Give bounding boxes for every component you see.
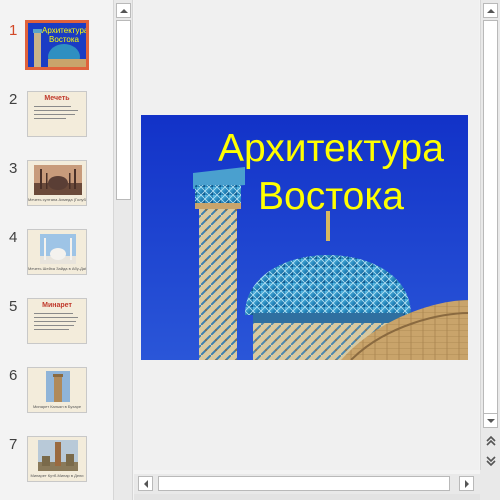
scrollbar-corner bbox=[480, 470, 500, 500]
arrow-up-icon bbox=[487, 9, 495, 13]
thumbnail-row-4[interactable]: 4 Мечеть Шейха Зайда в Абу-Даби bbox=[0, 229, 113, 289]
presentation-app-window: 1 Архитектура Востока 2 Мечеть 3 Мечеть … bbox=[0, 0, 500, 500]
arrow-right-icon bbox=[465, 480, 469, 488]
slide-title-line-2: Востока bbox=[258, 175, 404, 218]
slide-thumbnail-7[interactable]: Минарет Кутб-Минар в Дели bbox=[27, 436, 87, 482]
slide-number-7: 7 bbox=[9, 436, 18, 453]
slide-number-5: 5 bbox=[9, 298, 18, 315]
slide-thumbnail-1[interactable]: Архитектура Востока bbox=[25, 20, 89, 70]
scroll-right-button[interactable] bbox=[459, 476, 474, 491]
slide-editing-area: Архитектура Востока bbox=[134, 0, 479, 470]
next-slide-button[interactable] bbox=[484, 454, 498, 468]
slide-title-line-1: Архитектура bbox=[218, 127, 444, 170]
slide-thumbnail-3[interactable]: Мечеть султана Ахмеда (Голубая мечеть), … bbox=[27, 160, 87, 206]
slide-scroll-up-button[interactable] bbox=[483, 3, 498, 18]
double-chevron-down-icon bbox=[486, 456, 496, 467]
slide-thumbnail-5[interactable]: Минарет bbox=[27, 298, 87, 344]
thumbnail-pane-scrollbar[interactable] bbox=[113, 0, 133, 500]
arrow-up-icon bbox=[120, 9, 128, 13]
slide-number-1: 1 bbox=[9, 22, 18, 39]
bottom-strip bbox=[134, 494, 480, 500]
slide-thumbnail-4[interactable]: Мечеть Шейха Зайда в Абу-Даби bbox=[27, 229, 87, 275]
previous-slide-button[interactable] bbox=[484, 434, 498, 448]
thumbnail-row-2[interactable]: 2 Мечеть bbox=[0, 91, 113, 151]
slide-6-caption: Минарет Кальян в Бухаре bbox=[32, 404, 82, 409]
scroll-left-button[interactable] bbox=[138, 476, 153, 491]
thumbnail-scroll-thumb[interactable] bbox=[116, 20, 131, 200]
slide-1-thumbnail-title: Архитектура Востока bbox=[42, 26, 89, 44]
slide-thumbnail-pane: 1 Архитектура Востока 2 Мечеть 3 Мечеть … bbox=[0, 0, 113, 500]
white-mosque-photo-icon bbox=[40, 234, 76, 264]
horizontal-scroll-thumb[interactable] bbox=[158, 476, 450, 491]
thumbnail-scroll-up-button[interactable] bbox=[116, 3, 131, 18]
tower-photo-icon bbox=[38, 440, 78, 471]
mosque-photo-icon bbox=[34, 165, 82, 195]
slide-2-thumbnail-title: Мечеть bbox=[44, 95, 70, 102]
slide-5-text-lines bbox=[34, 313, 80, 333]
thumbnail-row-1[interactable]: 1 Архитектура Востока bbox=[0, 20, 113, 82]
arrow-left-icon bbox=[144, 480, 148, 488]
slide-4-caption: Мечеть Шейха Зайда в Абу-Даби bbox=[28, 266, 86, 271]
slide-thumbnail-2[interactable]: Мечеть bbox=[27, 91, 87, 137]
slide-number-2: 2 bbox=[9, 91, 18, 108]
slide-scroll-thumb[interactable] bbox=[483, 20, 498, 415]
thumbnail-row-7[interactable]: 7 Минарет Кутб-Минар в Дели bbox=[0, 436, 113, 496]
slide-5-thumbnail-title: Минарет bbox=[42, 302, 72, 309]
slide-number-4: 4 bbox=[9, 229, 18, 246]
thumbnail-row-6[interactable]: 6 Минарет Кальян в Бухаре bbox=[0, 367, 113, 427]
slide-vertical-scrollbar[interactable] bbox=[480, 0, 500, 470]
slide-horizontal-scrollbar[interactable] bbox=[134, 474, 480, 494]
slide-thumbnail-6[interactable]: Минарет Кальян в Бухаре bbox=[27, 367, 87, 413]
double-chevron-up-icon bbox=[486, 435, 496, 446]
slide-scroll-down-button[interactable] bbox=[483, 413, 498, 428]
slide-7-caption: Минарет Кутб-Минар в Дели bbox=[30, 473, 84, 478]
slide-3-caption: Мечеть султана Ахмеда (Голубая мечеть), … bbox=[28, 197, 86, 202]
thumbnail-row-3[interactable]: 3 Мечеть султана Ахмеда (Голубая мечеть)… bbox=[0, 160, 113, 220]
minaret-photo-icon bbox=[46, 371, 70, 402]
slide-number-6: 6 bbox=[9, 367, 18, 384]
arrow-down-icon bbox=[487, 419, 495, 423]
current-slide-1[interactable]: Архитектура Востока bbox=[141, 115, 468, 360]
slide-number-3: 3 bbox=[9, 160, 18, 177]
thumbnail-row-5[interactable]: 5 Минарет bbox=[0, 298, 113, 358]
slide-2-text-lines bbox=[34, 106, 80, 122]
slide-title[interactable]: Архитектура Востока bbox=[181, 125, 468, 221]
